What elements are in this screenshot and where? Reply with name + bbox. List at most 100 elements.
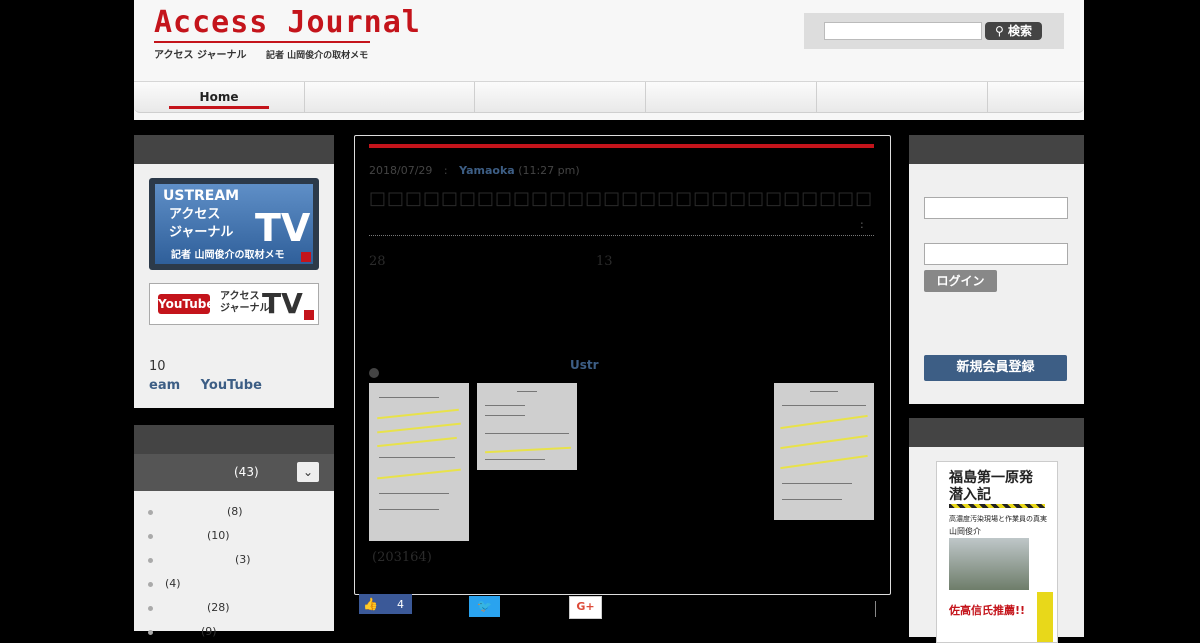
post-title-colon: :: [860, 218, 864, 231]
search-button-label: 検索: [1007, 24, 1032, 38]
site-logo[interactable]: Access Journal アクセス ジャーナル 記者 山岡俊介の取材メモ: [154, 6, 421, 61]
logo-subtitle: アクセス ジャーナル 記者 山岡俊介の取材メモ: [154, 46, 421, 61]
post-meta: 2018/07/29 : Yamaoka (11:27 pm): [369, 164, 580, 177]
category-total: (43): [234, 465, 259, 479]
google-plus-button[interactable]: G+: [569, 596, 602, 619]
doc-text-line: [379, 493, 449, 494]
search-button[interactable]: ⚲ 検索: [985, 22, 1042, 40]
doc-text-line: [485, 459, 545, 460]
play-icon: [301, 252, 311, 262]
ustream-link[interactable]: eam: [149, 378, 180, 393]
bullet-icon: [148, 629, 153, 635]
doc-text-line: [810, 391, 838, 392]
post-body-number-1: 28: [369, 254, 386, 269]
doc-text-line: [379, 397, 439, 398]
ustream-banner[interactable]: USTREAM アクセス ジャーナル TV 記者 山岡俊介の取材メモ: [149, 178, 319, 270]
category-select[interactable]: (43) ⌄: [134, 454, 334, 491]
logo-title: Access Journal: [154, 5, 421, 40]
book-author: 山岡俊介: [949, 527, 981, 536]
ustream-subtitle: アクセス ジャーナル: [169, 206, 233, 242]
search-icon: ⚲: [995, 24, 1004, 38]
sidebar-note: 10: [149, 359, 166, 374]
password-field[interactable]: [924, 243, 1068, 265]
username-field[interactable]: [924, 197, 1068, 219]
doc-highlight: [780, 434, 868, 450]
facebook-like-button[interactable]: 👍 4: [359, 594, 412, 614]
doc-text-line: [485, 433, 569, 434]
book-box: 福島第一原発 潜入記 高濃度汚染現場と作業員の真実 山岡俊介 佐高信氏推薦!!: [909, 447, 1084, 643]
left-box-body: USTREAM アクセス ジャーナル TV 記者 山岡俊介の取材メモ YouTu…: [134, 164, 334, 408]
doc-highlight: [780, 414, 868, 430]
nav-item-5[interactable]: [817, 82, 988, 112]
nav-item-4[interactable]: [646, 82, 817, 112]
book-title-line2: 潜入記: [949, 487, 991, 503]
book-photo: [949, 538, 1029, 590]
logo-subtitle-reporter: 記者 山岡俊介の取材メモ: [265, 51, 369, 61]
youtube-banner[interactable]: YouTube アクセス ジャーナル TV: [149, 283, 319, 325]
ustream-reporter: 記者 山岡俊介の取材メモ: [171, 250, 285, 261]
category-list: (8) (10) (3) (4) (28) (9): [134, 491, 334, 638]
twitter-bird-icon: 🐦: [477, 599, 492, 613]
nav-item-2[interactable]: [304, 82, 475, 112]
doc-text-line: [379, 457, 455, 458]
nav-active-underline: [169, 106, 269, 109]
book-title: 福島第一原発 潜入記: [949, 470, 1033, 504]
bullet-icon: [148, 533, 153, 539]
doc-highlight: [485, 446, 571, 454]
bullet-icon: [148, 581, 153, 587]
list-item[interactable]: (9): [148, 625, 217, 638]
view-count: (203164): [372, 550, 432, 565]
bullet-icon: [148, 557, 153, 563]
doc-text-line: [782, 483, 852, 484]
chevron-down-icon[interactable]: ⌄: [297, 462, 319, 482]
post-title[interactable]: □□□□□□□□□□□□□□□□□□□□□□□□□□□□□□□□□□□□: [369, 188, 874, 210]
login-button[interactable]: ログイン: [924, 270, 997, 292]
ustream-line3: ジャーナル: [169, 225, 234, 240]
doc-highlight: [377, 468, 461, 480]
post-article: 2018/07/29 : Yamaoka (11:27 pm) □□□□□□□□…: [354, 135, 891, 595]
post-meta-separator: :: [443, 164, 448, 177]
register-button[interactable]: 新規会員登録: [924, 355, 1067, 381]
ustream-title: USTREAM: [163, 188, 240, 204]
ustream-inline-link[interactable]: Ustr: [570, 358, 599, 372]
book-recommendation: 佐高信氏推薦!!: [949, 604, 1026, 617]
doc-highlight: [377, 436, 457, 448]
book-caution-stripe: [949, 504, 1045, 508]
list-item[interactable]: (28): [148, 601, 230, 614]
book-subtitle: 高濃度汚染現場と作業員の真実: [949, 515, 1047, 523]
doc-text-line: [485, 405, 525, 406]
post-author[interactable]: Yamaoka: [459, 164, 515, 177]
document-image-2[interactable]: [477, 383, 577, 470]
bullet-icon: [148, 509, 153, 515]
search-input[interactable]: [824, 22, 982, 40]
divider: [875, 601, 876, 617]
doc-text-line: [517, 391, 537, 392]
post-divider: [369, 235, 874, 236]
category-box-header: [134, 425, 334, 454]
nav-home-label: Home: [199, 90, 239, 104]
google-plus-label: G+: [576, 600, 595, 613]
twitter-share-button[interactable]: 🐦: [469, 596, 500, 617]
book-title-line1: 福島第一原発: [949, 470, 1033, 486]
book-side-band: [1037, 592, 1053, 642]
list-item[interactable]: (3): [148, 553, 251, 566]
youtube-link[interactable]: YouTube: [201, 378, 262, 393]
list-item[interactable]: (4): [148, 577, 181, 590]
nav-item-3[interactable]: [475, 82, 646, 112]
document-image-3[interactable]: [774, 383, 874, 520]
list-item[interactable]: (10): [148, 529, 230, 542]
nav-item-home[interactable]: Home: [134, 82, 305, 112]
doc-text-line: [379, 509, 439, 510]
site-header: Access Journal アクセス ジャーナル 記者 山岡俊介の取材メモ ⚲…: [134, 0, 1084, 120]
like-count: 4: [397, 598, 404, 611]
play-icon: [304, 310, 314, 320]
doc-text-line: [485, 415, 525, 416]
ustream-tv-label: TV: [255, 206, 311, 250]
left-sidebar: USTREAM アクセス ジャーナル TV 記者 山岡俊介の取材メモ YouTu…: [134, 135, 334, 638]
list-item[interactable]: (8): [148, 505, 243, 518]
document-image-1[interactable]: [369, 383, 469, 541]
post-accent-bar: [369, 144, 874, 148]
book-cover[interactable]: 福島第一原発 潜入記 高濃度汚染現場と作業員の真実 山岡俊介 佐高信氏推薦!!: [936, 461, 1058, 643]
doc-highlight: [377, 422, 461, 434]
doc-text-line: [782, 405, 866, 406]
